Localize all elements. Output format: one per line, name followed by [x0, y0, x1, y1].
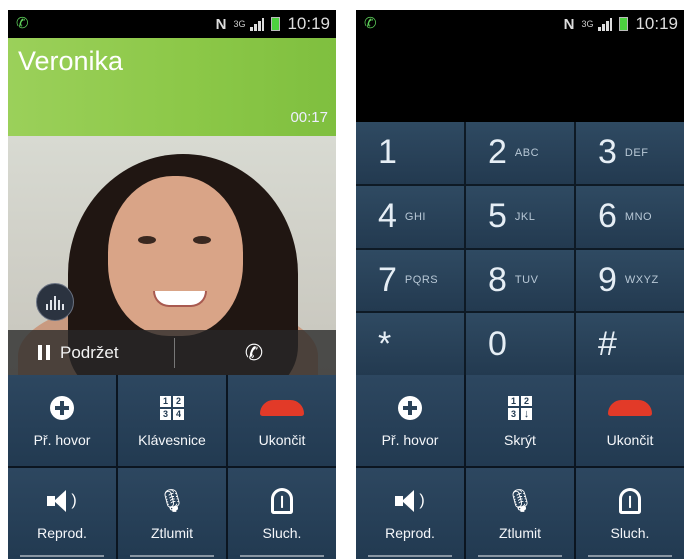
pause-icon [38, 345, 50, 360]
signal-icon [598, 17, 613, 31]
keypad-icon: 12 34 [160, 395, 184, 420]
key-6[interactable]: 6 MNO [576, 185, 684, 248]
hold-bar: Podržet ✆ [8, 330, 336, 375]
mute-mic-icon: 🎙 [158, 487, 186, 513]
hold-label: Podržet [60, 342, 119, 362]
key-0[interactable]: 0 [466, 313, 574, 375]
end-call-button[interactable]: Ukončit [576, 375, 684, 466]
key-8[interactable]: 8 TUV [466, 249, 574, 312]
add-call-button[interactable]: Př. hovor [8, 375, 116, 466]
bluetooth-headset-icon: ❙ [271, 487, 293, 514]
network-icon: 3G [233, 18, 246, 29]
speaker-button[interactable]: ) Reprod. [356, 468, 464, 559]
headset-button[interactable]: ❙ Sluch. [228, 468, 336, 559]
call-controls: Př. hovor 12 3 ↓ Skrýt Ukončit ) Reprod. … [356, 375, 684, 559]
caller-name: Veronika [18, 46, 124, 76]
end-call-icon [608, 399, 652, 416]
status-bar: ✆ N 3G 10:19 [8, 10, 336, 38]
keypad-button[interactable]: 12 34 Klávesnice [118, 375, 226, 466]
network-icon: 3G [581, 18, 594, 29]
phone-icon: ✆ [16, 15, 29, 32]
status-bar: ✆ N 3G 10:19 [356, 10, 684, 38]
key-3[interactable]: 3 DEF [576, 122, 684, 184]
signal-icon [250, 17, 265, 31]
keypad-screen: ✆ N 3G 10:19 1 2 ABC 3 DEF 4 GHI 5 JKL 6 MNO … [356, 10, 684, 559]
mute-button[interactable]: 🎙 Ztlumit [466, 468, 574, 559]
speaker-button[interactable]: ) Reprod. [8, 468, 116, 559]
nfc-icon: N [563, 15, 575, 33]
end-call-button[interactable]: Ukončit [228, 375, 336, 466]
add-call-button[interactable]: Př. hovor [356, 375, 464, 466]
key-star[interactable]: * [356, 313, 464, 375]
key-9[interactable]: 9 WXYZ [576, 249, 684, 312]
end-call-icon [260, 399, 304, 416]
bluetooth-headset-icon: ❙ [619, 487, 641, 514]
headset-button[interactable]: ❙ Sluch. [576, 468, 684, 559]
add-call-icon [50, 395, 74, 420]
key-1[interactable]: 1 [356, 122, 464, 184]
call-timer: 00:17 [290, 109, 328, 126]
battery-icon [271, 17, 281, 31]
swap-call-icon[interactable]: ✆ [241, 340, 267, 366]
key-4[interactable]: 4 GHI [356, 185, 464, 248]
status-time: 10:19 [287, 14, 330, 33]
status-time: 10:19 [635, 14, 678, 33]
battery-icon [619, 17, 629, 31]
hide-keypad-icon: 12 3 ↓ [508, 395, 532, 420]
key-hash[interactable]: # [576, 313, 684, 375]
speaker-icon: ) [395, 489, 425, 512]
hold-button[interactable]: Podržet [38, 330, 119, 375]
equalizer-icon[interactable] [36, 283, 74, 321]
key-5[interactable]: 5 JKL [466, 185, 574, 248]
dial-display [356, 38, 684, 122]
mute-button[interactable]: 🎙 Ztlumit [118, 468, 226, 559]
add-call-icon [398, 395, 422, 420]
caller-banner: Veronika 00:17 [8, 38, 336, 136]
mute-mic-icon: 🎙 [506, 487, 534, 513]
phone-icon: ✆ [364, 15, 377, 32]
speaker-icon: ) [47, 489, 77, 512]
dial-keypad: 1 2 ABC 3 DEF 4 GHI 5 JKL 6 MNO 7 PQRS 8 TUV 9W… [356, 122, 684, 375]
nfc-icon: N [215, 15, 227, 33]
hide-keypad-button[interactable]: 12 3 ↓ Skrýt [466, 375, 574, 466]
call-screen: ✆ N 3G 10:19 Veronika 00:17 Podržet ✆ Př… [8, 10, 336, 559]
key-2[interactable]: 2 ABC [466, 122, 574, 184]
key-7[interactable]: 7 PQRS [356, 249, 464, 312]
call-controls: Př. hovor 12 34 Klávesnice Ukončit ) Rep… [8, 375, 336, 559]
